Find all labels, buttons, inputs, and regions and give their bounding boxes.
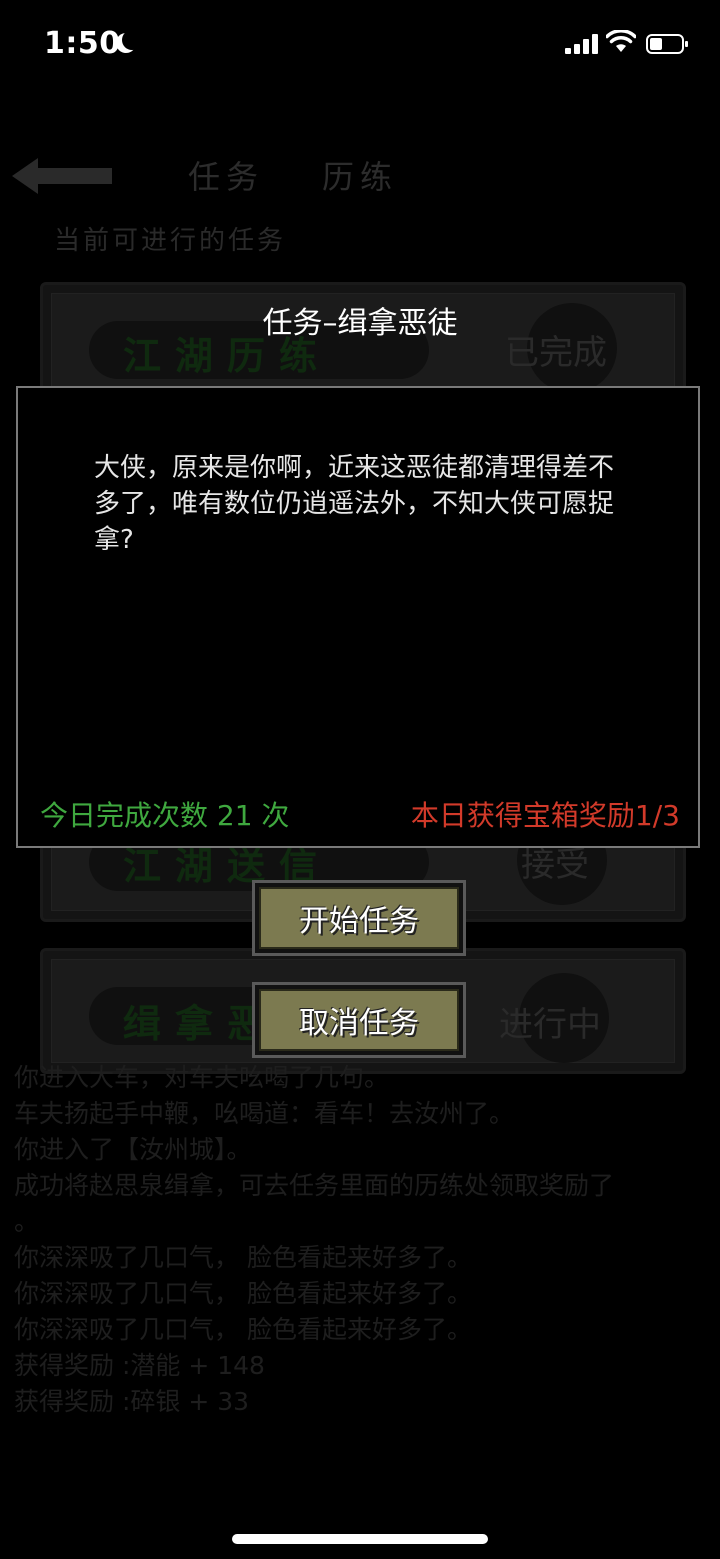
dialog-text: 大侠，原来是你啊，近来这恶徒都清理得差不多了，唯有数位仍逍遥法外，不知大侠可愿捉…: [94, 453, 615, 555]
log-line: 你进入了【汝州城】。: [14, 1135, 252, 1164]
section-title: 当前可进行的任务: [54, 226, 287, 256]
status-bar: 1:50: [0, 0, 720, 90]
log-line: 获得奖励 :潜能 + 148: [14, 1351, 265, 1380]
moon-icon: [122, 30, 142, 50]
battery-icon: [646, 34, 688, 54]
start-task-button[interactable]: 开始任务: [252, 880, 466, 956]
log-line: 你深深吸了几口气， 脸色看起来好多了。: [14, 1279, 472, 1308]
log-line: 获得奖励 :碎银 + 33: [14, 1387, 250, 1416]
log-line: 车夫扬起手中鞭，吆喝道：看车！去汝州了。: [14, 1099, 515, 1128]
log-line: 。: [14, 1207, 40, 1236]
modal-title: 任务–缉拿恶徒: [262, 306, 458, 341]
task-status: 进行中: [499, 1005, 601, 1045]
cancel-task-button[interactable]: 取消任务: [252, 982, 466, 1058]
back-arrow-icon[interactable]: [12, 158, 112, 194]
log-line: 你深深吸了几口气， 脸色看起来好多了。: [14, 1243, 472, 1272]
message-log: 你进入大车，对车夫吆喝了几句。 车夫扬起手中鞭，吆喝道：看车！去汝州了。 你进入…: [14, 1060, 714, 1420]
cellular-signal-icon: [565, 34, 599, 54]
log-line: 你深深吸了几口气， 脸色看起来好多了。: [14, 1315, 472, 1344]
tab-task[interactable]: 任务: [188, 152, 264, 198]
home-indicator[interactable]: [232, 1534, 488, 1544]
task-dialog: 大侠，原来是你啊，近来这恶徒都清理得差不多了，唯有数位仍逍遥法外，不知大侠可愿捉…: [16, 386, 700, 848]
log-line: 你进入大车，对车夫吆喝了几句。: [14, 1063, 390, 1092]
wifi-icon: [606, 30, 636, 52]
log-line: 成功将赵思泉缉拿，可去任务里面的历练处领取奖励了: [14, 1171, 615, 1200]
daily-count-text: 今日完成次数 21 次: [40, 799, 290, 832]
cancel-task-label: 取消任务: [259, 989, 459, 1051]
tab-training[interactable]: 历练: [322, 152, 398, 198]
start-task-label: 开始任务: [259, 887, 459, 949]
status-time: 1:50: [44, 26, 121, 61]
chest-reward-text: 本日获得宝箱奖励1/3: [410, 799, 680, 832]
